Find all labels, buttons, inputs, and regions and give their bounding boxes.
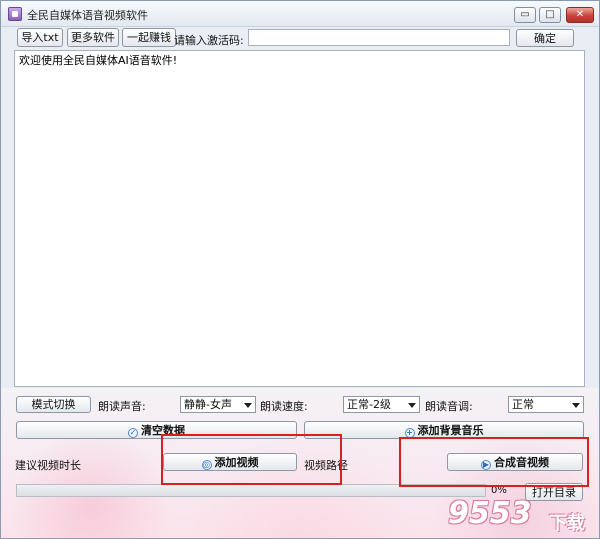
text-editor[interactable]: 欢迎使用全民自媒体AI语音软件! (14, 50, 585, 387)
mode-switch-button[interactable]: 模式切换 (16, 396, 91, 413)
add-bgm-label: 添加背景音乐 (417, 424, 484, 437)
watermark-logo-sub: 下载 (549, 513, 585, 534)
maximize-button[interactable]: □ (539, 7, 561, 23)
window-title: 全民自媒体语音视频软件 (27, 9, 148, 22)
voice-select[interactable]: 静静-女声 (180, 396, 256, 413)
chevron-down-icon (408, 403, 416, 408)
tone-label: 朗读音调: (425, 400, 473, 413)
chevron-down-icon (244, 403, 252, 408)
activation-code-input[interactable] (248, 29, 510, 46)
activation-code-label: 请输入激活码: (174, 34, 244, 47)
chevron-down-icon (572, 403, 580, 408)
earn-together-button[interactable]: 一起赚钱 (122, 28, 176, 47)
suggested-duration-label: 建议视频时长 (15, 459, 81, 472)
speed-select[interactable]: 正常-2级 (343, 396, 420, 413)
tone-select[interactable]: 正常 (508, 396, 584, 413)
title-bar[interactable]: 全民自媒体语音视频软件 ▭ □ ✕ (1, 1, 599, 27)
watermark-logo: 9553 (448, 496, 532, 531)
speed-select-value: 正常-2级 (347, 398, 391, 411)
more-software-button[interactable]: 更多软件 (67, 28, 119, 47)
import-txt-button[interactable]: 导入txt (17, 28, 63, 47)
app-window: 全民自媒体语音视频软件 ▭ □ ✕ 导入txt 更多软件 一起赚钱 请输入激活码… (0, 0, 600, 539)
minimize-button[interactable]: ▭ (514, 7, 536, 23)
voice-label: 朗读声音: (98, 400, 146, 413)
highlight-box-add-video (161, 434, 342, 485)
close-button[interactable]: ✕ (566, 7, 594, 23)
speed-label: 朗读速度: (260, 400, 308, 413)
confirm-button[interactable]: 确定 (516, 29, 574, 47)
app-icon (8, 7, 22, 21)
tone-select-value: 正常 (512, 398, 534, 411)
voice-select-value: 静静-女声 (184, 398, 232, 411)
check-circle-icon: ✓ (128, 428, 138, 438)
highlight-box-compose (399, 437, 589, 487)
